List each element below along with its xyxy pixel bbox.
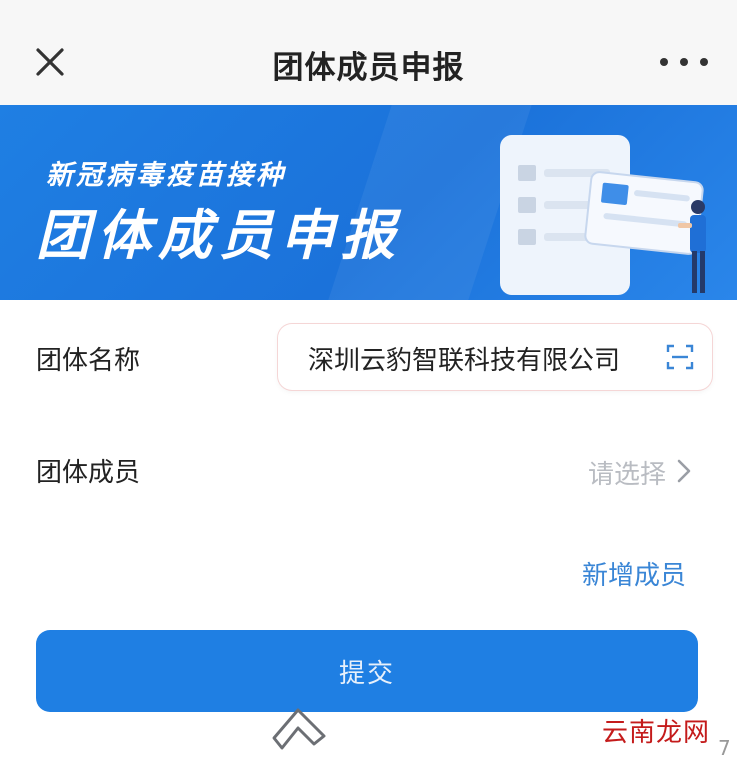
- group-name-field[interactable]: 深圳云豹智联科技有限公司: [278, 324, 712, 390]
- top-navigation-bar: 团体成员申报: [0, 0, 737, 105]
- group-member-placeholder: 请选择: [587, 460, 666, 490]
- group-member-select[interactable]: 请选择: [560, 450, 700, 490]
- page-title: 团体成员申报: [272, 50, 465, 86]
- document-illustration-icon: [500, 135, 706, 295]
- group-member-label: 团体成员: [36, 458, 141, 488]
- pointer-cursor-icon: [272, 708, 326, 750]
- banner-subtitle: 新冠病毒疫苗接种: [46, 160, 286, 191]
- more-icon[interactable]: [660, 52, 708, 72]
- add-member-link[interactable]: 新增成员: [582, 555, 686, 592]
- watermark: 云南龙网: [596, 712, 717, 749]
- submit-button[interactable]: 提交: [36, 630, 698, 712]
- chevron-right-icon: [677, 459, 691, 483]
- form-card: 团体名称 深圳云豹智联科技有限公司 团体成员 请选择 新增成员 提交: [0, 300, 737, 759]
- banner: 新冠病毒疫苗接种 团体成员申报: [0, 105, 737, 300]
- banner-title: 团体成员申报: [36, 204, 402, 267]
- page-corner-number: 7: [718, 736, 731, 759]
- scan-icon[interactable]: [666, 344, 694, 370]
- group-name-label: 团体名称: [36, 346, 141, 376]
- group-name-value: 深圳云豹智联科技有限公司: [308, 346, 621, 376]
